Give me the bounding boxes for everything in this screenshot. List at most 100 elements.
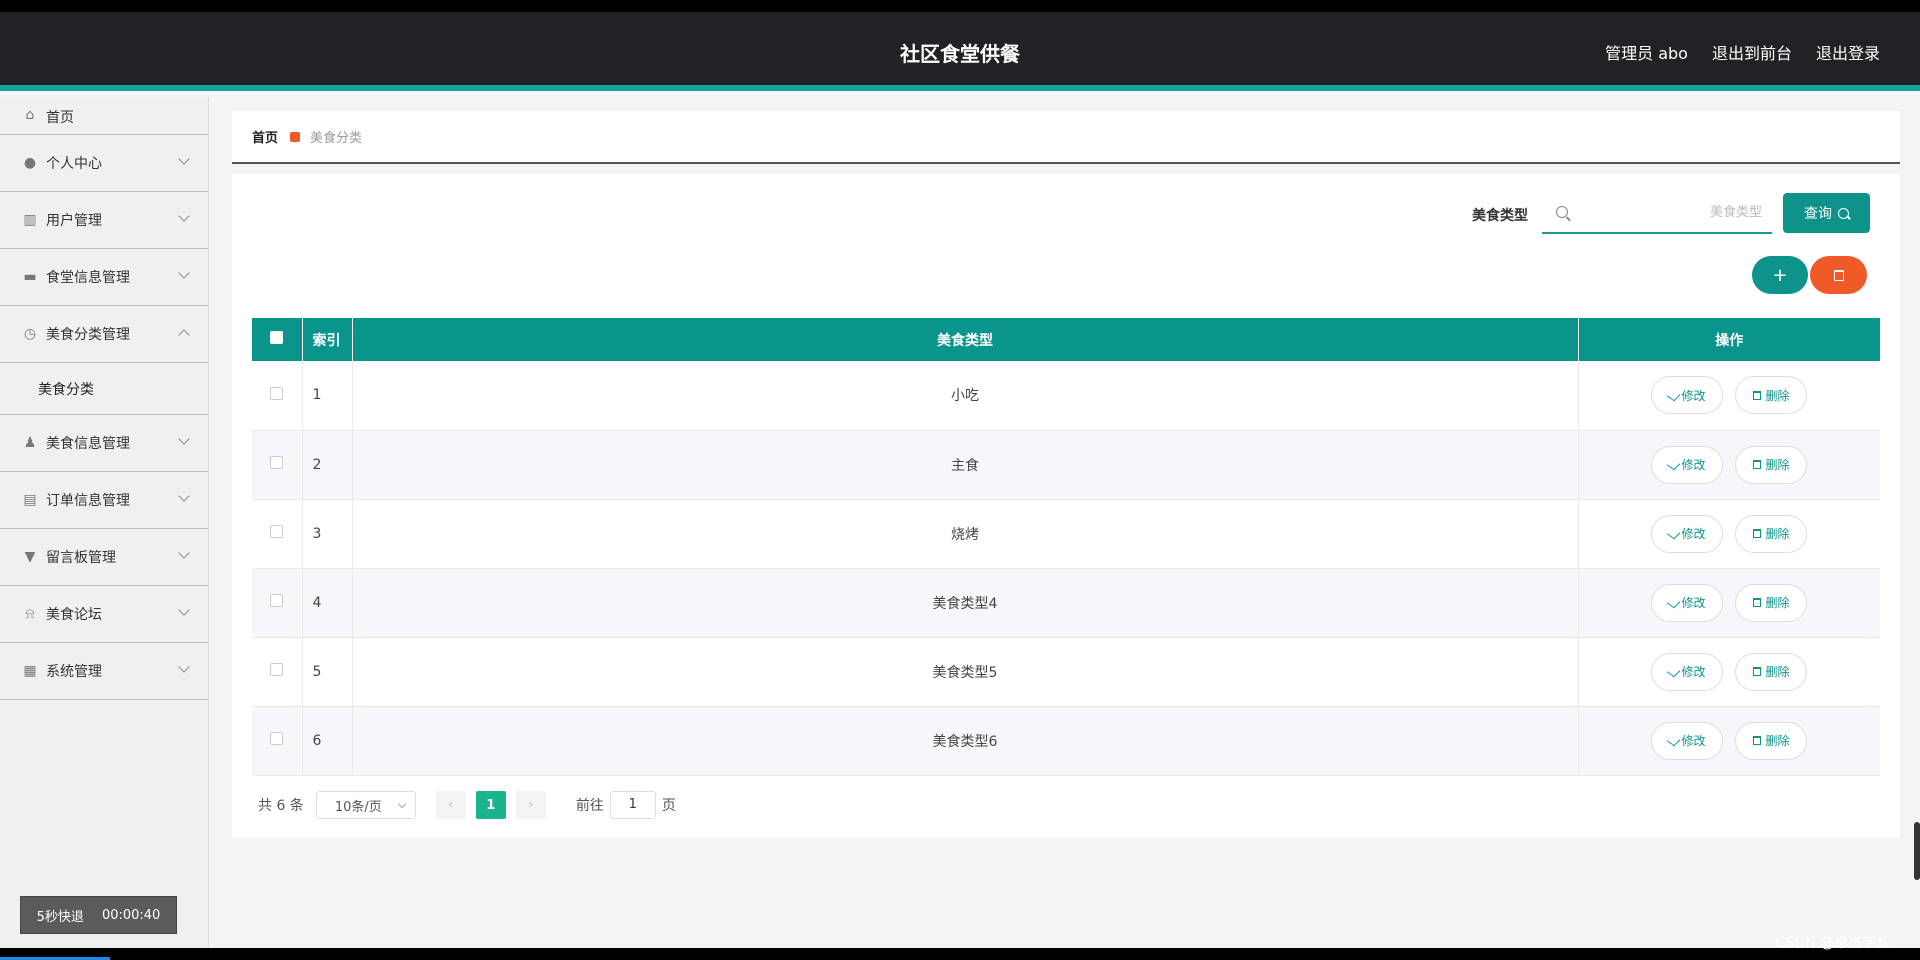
delete-button[interactable]: 删除 bbox=[1735, 376, 1808, 415]
edit-label: 修改 bbox=[1681, 388, 1706, 403]
sidebar-item-order-info[interactable]: ▤ 订单信息管理 bbox=[0, 472, 208, 529]
sidebar: ⌂ 首页 ● 个人中心 ▥ 用户管理 ▬ 食堂信息管理 ◷ 美食分类管理 美食分… bbox=[0, 97, 209, 948]
edit-label: 修改 bbox=[1681, 527, 1706, 541]
row-index: 5 bbox=[302, 637, 353, 706]
edit-button[interactable]: 修改 bbox=[1651, 583, 1724, 622]
row-food-type: 小吃 bbox=[352, 361, 1579, 430]
sidebar-item-label: 用户管理 bbox=[46, 213, 102, 229]
table-row: 4 美食类型4 修改 删除 bbox=[252, 568, 1880, 637]
row-checkbox[interactable] bbox=[270, 525, 284, 538]
edit-button[interactable]: 修改 bbox=[1651, 514, 1724, 553]
row-food-type: 烧烤 bbox=[352, 499, 1579, 568]
sidebar-item-canteen-info[interactable]: ▬ 食堂信息管理 bbox=[0, 249, 208, 306]
edit-label: 修改 bbox=[1681, 596, 1706, 610]
bell-icon: ⍾ bbox=[25, 606, 35, 622]
table-header-row: 索引 美食类型 操作 bbox=[252, 318, 1880, 361]
breadcrumb: 首页 美食分类 bbox=[232, 111, 1900, 164]
row-food-type: 主食 bbox=[352, 430, 1579, 499]
row-checkbox[interactable] bbox=[270, 732, 284, 745]
trash-icon bbox=[1833, 269, 1844, 281]
batch-delete-button[interactable] bbox=[1810, 256, 1867, 294]
sidebar-item-food-category-management[interactable]: ◷ 美食分类管理 bbox=[0, 306, 208, 363]
edit-icon bbox=[1666, 734, 1680, 747]
food-category-table: 索引 美食类型 操作 1 小吃 修改 删除 2 主食 修改 删除 3 烧烤 修改… bbox=[252, 318, 1880, 776]
sidebar-item-label: 订单信息管理 bbox=[46, 493, 130, 509]
breadcrumb-separator-icon bbox=[290, 131, 301, 142]
row-actions: 修改 删除 bbox=[1578, 499, 1880, 568]
logout-link[interactable]: 退出登录 bbox=[1816, 40, 1880, 64]
next-page-button[interactable]: › bbox=[515, 791, 546, 819]
row-actions: 修改 删除 bbox=[1578, 706, 1880, 775]
sidebar-subitem-food-category[interactable]: 美食分类 bbox=[0, 363, 208, 415]
trash-icon bbox=[1753, 598, 1762, 607]
chart-icon: ▥ bbox=[23, 212, 37, 228]
row-index: 6 bbox=[302, 706, 353, 775]
top-nav: 管理员 abo 退出到前台 退出登录 bbox=[1605, 40, 1880, 64]
select-all-checkbox[interactable] bbox=[270, 331, 284, 344]
page-number-current[interactable]: 1 bbox=[475, 791, 506, 819]
chevron-up-icon bbox=[178, 329, 190, 341]
edit-label: 修改 bbox=[1681, 665, 1706, 679]
sidebar-item-user-management[interactable]: ▥ 用户管理 bbox=[0, 192, 208, 249]
delete-button[interactable]: 删除 bbox=[1735, 721, 1808, 760]
delete-button[interactable]: 删除 bbox=[1735, 514, 1808, 553]
search-icon bbox=[1838, 207, 1849, 219]
search-icon bbox=[1556, 206, 1568, 218]
row-food-type: 美食类型6 bbox=[352, 706, 1579, 775]
add-button[interactable]: + bbox=[1752, 256, 1808, 294]
delete-button[interactable]: 删除 bbox=[1735, 445, 1808, 484]
sidebar-item-home[interactable]: ⌂ 首页 bbox=[0, 97, 208, 135]
prev-page-button[interactable]: ‹ bbox=[435, 791, 466, 819]
delete-button[interactable]: 删除 bbox=[1735, 583, 1808, 622]
search-field[interactable] bbox=[1542, 192, 1772, 234]
delete-label: 删除 bbox=[1765, 665, 1790, 679]
trash-icon bbox=[1753, 736, 1762, 745]
column-header-actions: 操作 bbox=[1578, 318, 1880, 361]
sidebar-item-label: 食堂信息管理 bbox=[46, 270, 130, 286]
sidebar-item-label: 美食信息管理 bbox=[46, 436, 130, 452]
grid-icon: ▦ bbox=[23, 663, 37, 679]
row-checkbox[interactable] bbox=[270, 594, 284, 607]
row-index: 1 bbox=[302, 361, 353, 430]
sidebar-item-label: 留言板管理 bbox=[46, 550, 116, 566]
app-frame: 社区食堂供餐 管理员 abo 退出到前台 退出登录 ⌂ 首页 ● 个人中心 ▥ … bbox=[0, 12, 1920, 948]
delete-label: 删除 bbox=[1765, 527, 1790, 541]
goto-page-input[interactable]: 1 bbox=[609, 791, 656, 819]
table-row: 6 美食类型6 修改 删除 bbox=[252, 706, 1880, 775]
clock-icon: ◷ bbox=[23, 326, 37, 342]
chevron-down-icon bbox=[178, 604, 190, 616]
admin-user-link[interactable]: 管理员 abo bbox=[1605, 40, 1688, 64]
row-checkbox[interactable] bbox=[270, 663, 284, 676]
sidebar-item-message-board[interactable]: ▼ 留言板管理 bbox=[0, 529, 208, 586]
row-checkbox[interactable] bbox=[270, 386, 284, 400]
delete-label: 删除 bbox=[1765, 388, 1790, 403]
edit-button[interactable]: 修改 bbox=[1651, 445, 1724, 484]
breadcrumb-home[interactable]: 首页 bbox=[252, 127, 278, 146]
user-icon: ● bbox=[23, 155, 37, 171]
search-input[interactable] bbox=[1582, 204, 1762, 220]
edit-button[interactable]: 修改 bbox=[1651, 376, 1724, 415]
row-checkbox[interactable] bbox=[270, 456, 284, 469]
quick-exit-timer[interactable]: 5秒快退 00:00:40 bbox=[20, 896, 177, 934]
chevron-down-icon bbox=[178, 547, 190, 559]
table-row: 3 烧烤 修改 删除 bbox=[252, 499, 1880, 568]
delete-button[interactable]: 删除 bbox=[1735, 652, 1808, 691]
sidebar-item-system-management[interactable]: ▦ 系统管理 bbox=[0, 643, 208, 700]
exit-to-frontend-link[interactable]: 退出到前台 bbox=[1712, 40, 1792, 64]
sidebar-item-food-forum[interactable]: ⍾ 美食论坛 bbox=[0, 586, 208, 643]
edit-label: 修改 bbox=[1681, 458, 1706, 472]
plus-icon: + bbox=[1772, 264, 1788, 286]
main-content: 美食类型 查询 + 索引 美食类 bbox=[232, 174, 1900, 838]
sidebar-item-food-info[interactable]: ♟ 美食信息管理 bbox=[0, 415, 208, 472]
sidebar-item-label: 个人中心 bbox=[46, 156, 102, 172]
column-header-index: 索引 bbox=[302, 318, 353, 361]
sidebar-item-personal-center[interactable]: ● 个人中心 bbox=[0, 135, 208, 192]
edit-button[interactable]: 修改 bbox=[1651, 652, 1724, 691]
query-button[interactable]: 查询 bbox=[1783, 193, 1870, 233]
goto-prefix: 前往 bbox=[575, 798, 604, 814]
page-size-select[interactable]: 10条/页 bbox=[315, 791, 416, 819]
scrollbar-thumb[interactable] bbox=[1914, 822, 1920, 880]
chevron-down-icon bbox=[178, 661, 190, 673]
edit-button[interactable]: 修改 bbox=[1651, 721, 1724, 760]
sidebar-item-label: 首页 bbox=[46, 110, 74, 126]
